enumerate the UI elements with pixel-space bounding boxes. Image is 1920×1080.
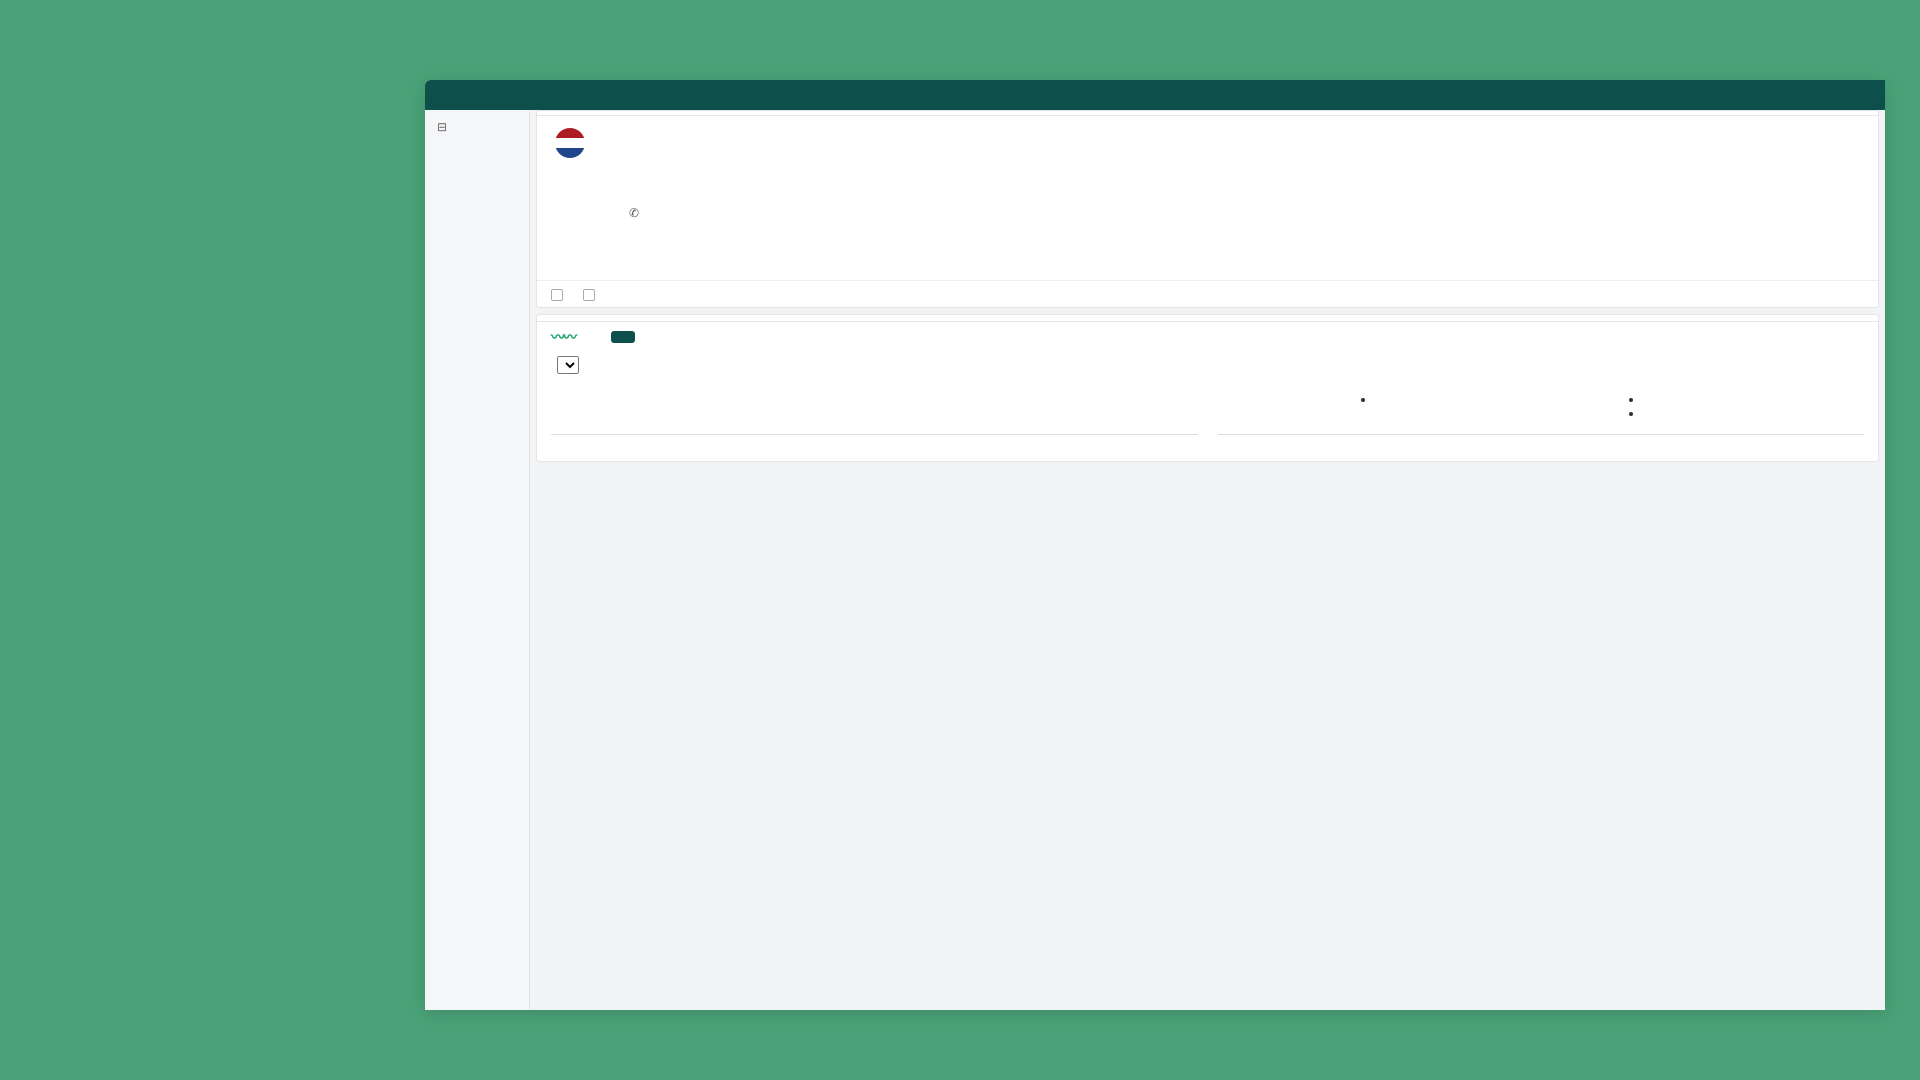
sidebar: ⊟ xyxy=(425,110,530,1010)
contract-manager-logo: 〰〰 xyxy=(551,330,575,344)
company-footer xyxy=(537,280,1878,307)
main-area: 〰〰 xyxy=(530,110,1885,1010)
lower-tabs xyxy=(537,315,1878,322)
titlebar xyxy=(425,80,1885,110)
contract-detail-panel xyxy=(537,378,1878,461)
reminder-2 xyxy=(1643,406,1864,420)
no-mailings-checkbox[interactable] xyxy=(583,287,599,301)
sidebar-collapse-icon[interactable]: ⊟ xyxy=(425,116,529,138)
country-flag-icon xyxy=(555,128,585,158)
company-card xyxy=(536,110,1879,308)
contracts-panel: 〰〰 xyxy=(536,314,1879,462)
phone-icon[interactable] xyxy=(629,206,639,220)
page-size-select[interactable] xyxy=(557,356,579,374)
app-window: ⊟ xyxy=(425,80,1885,1010)
reminder-1 xyxy=(1643,392,1864,406)
stop-checkbox[interactable] xyxy=(551,287,567,301)
new-contract-button[interactable] xyxy=(611,331,635,343)
